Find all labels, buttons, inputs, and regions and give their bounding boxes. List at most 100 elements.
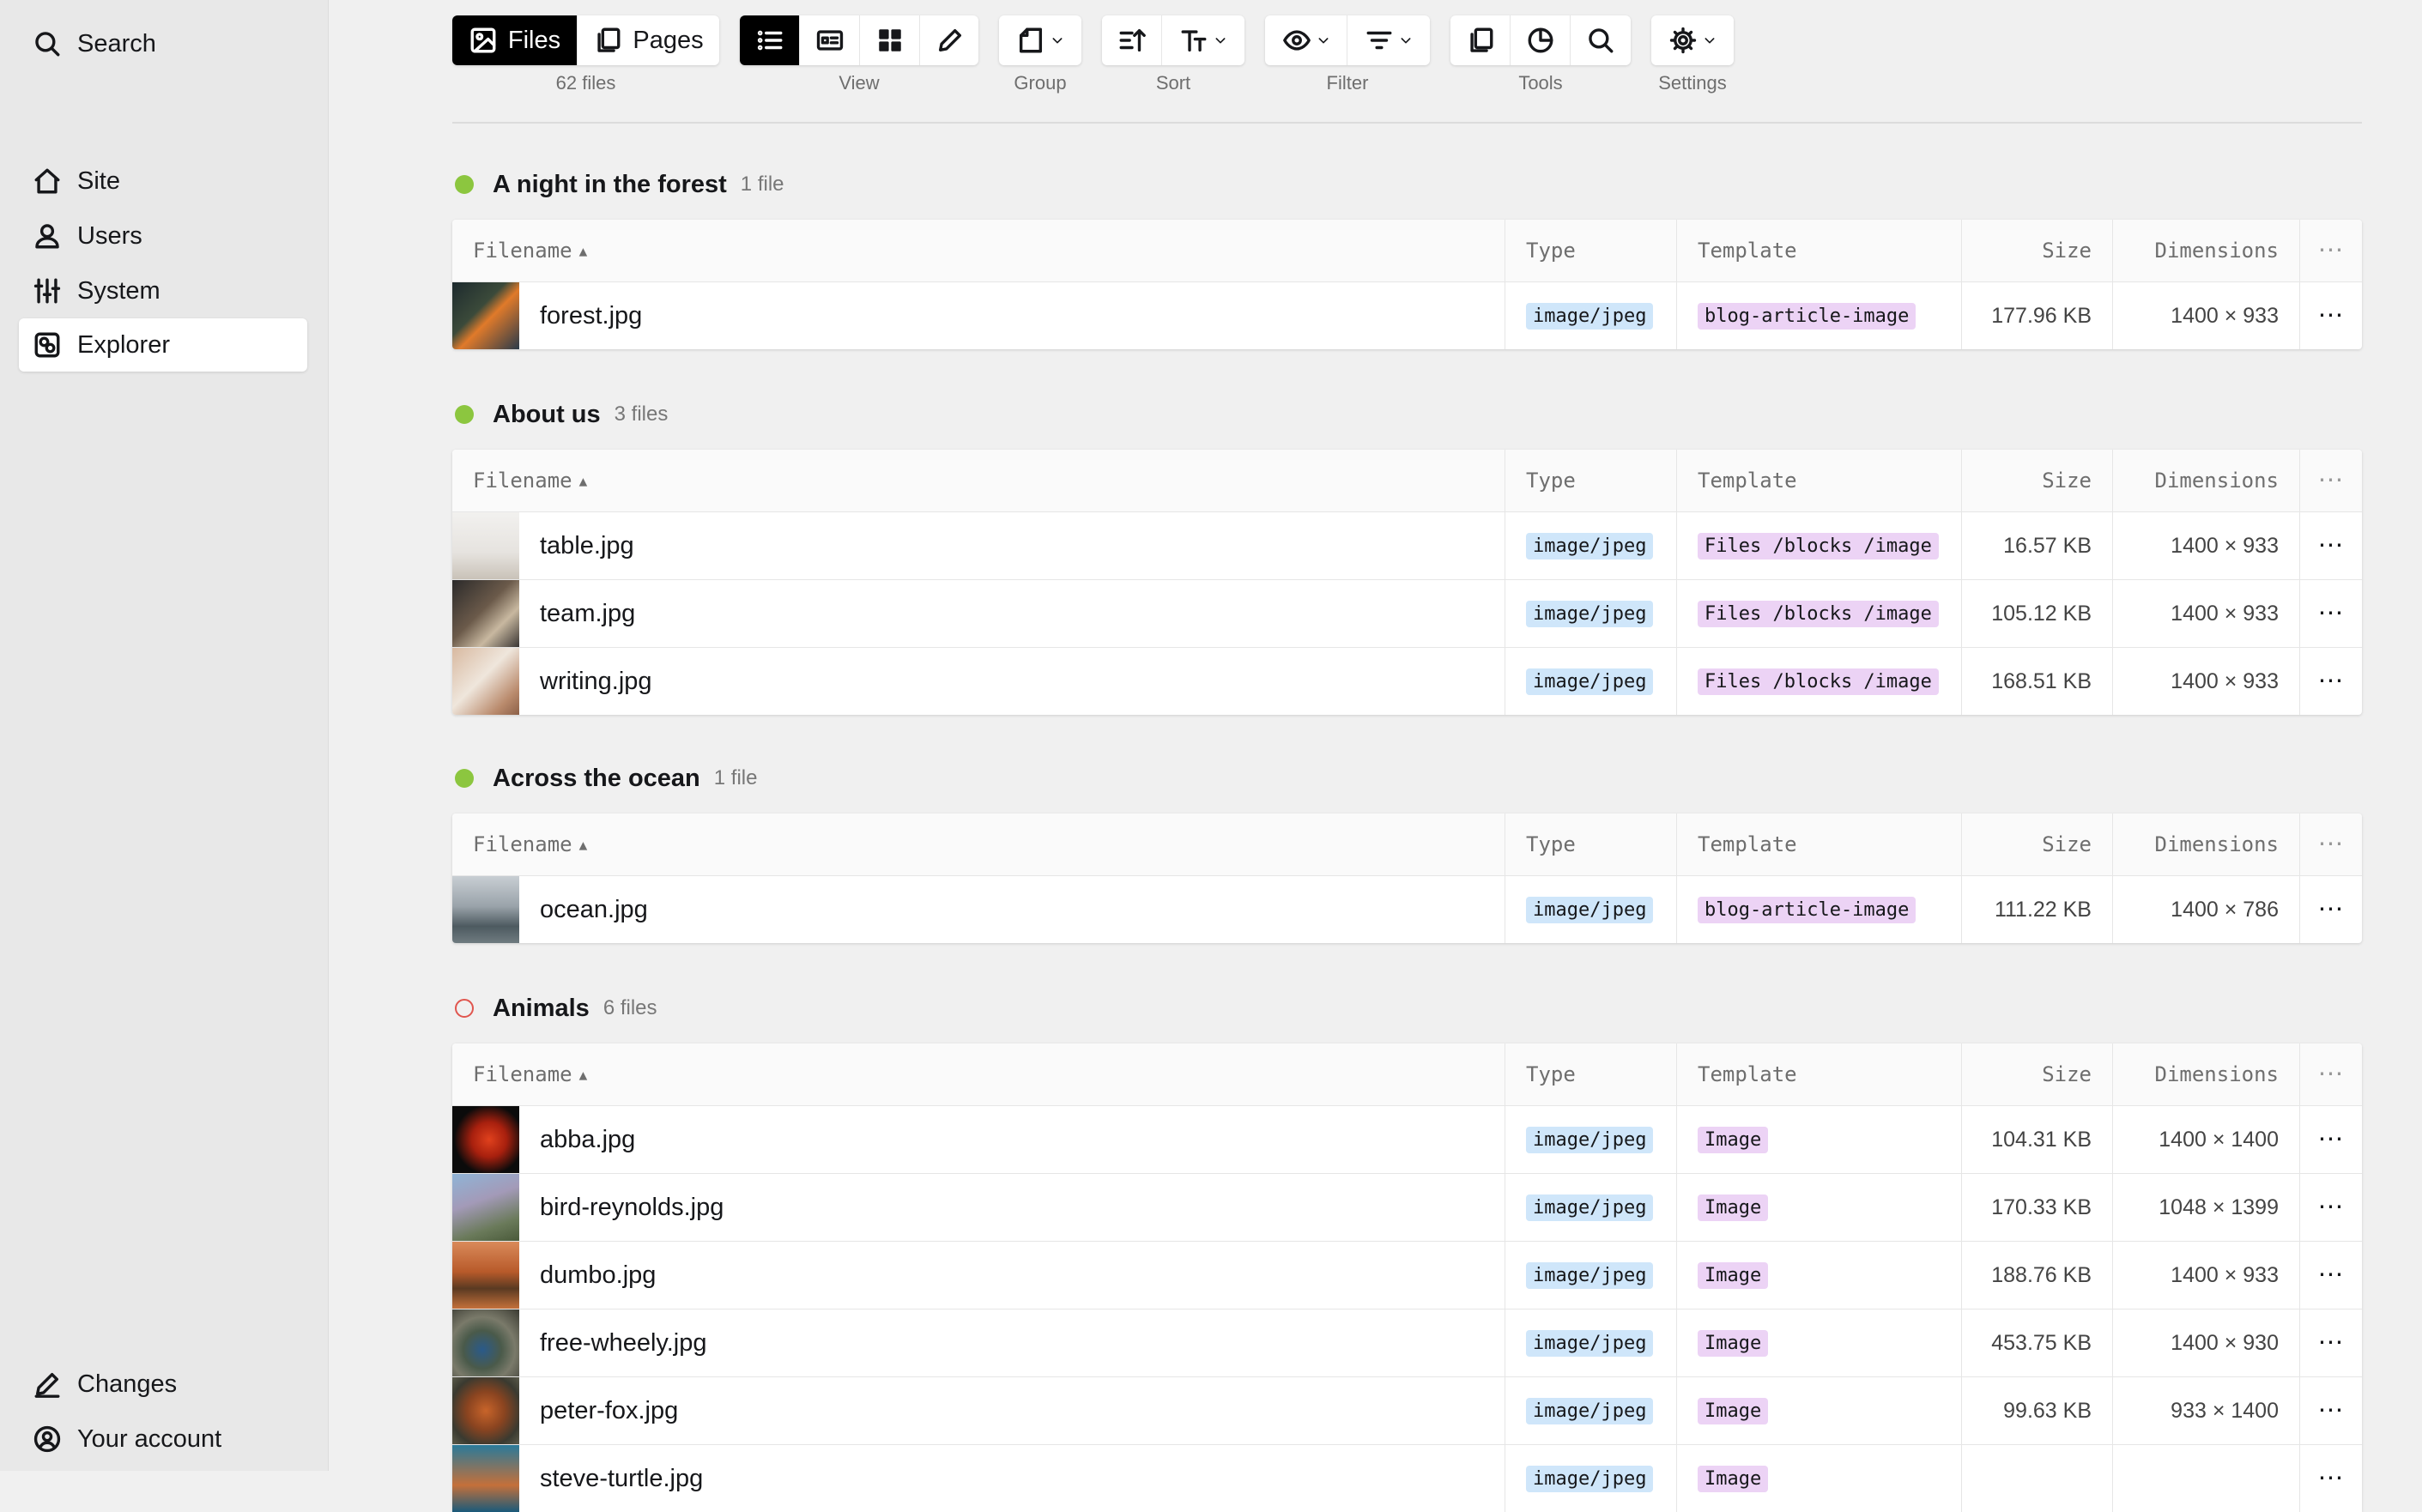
file-name[interactable]: peter-fox.jpg	[540, 1397, 678, 1425]
file-dimensions: 1400 × 933	[2171, 1262, 2279, 1287]
file-name[interactable]: bird-reynolds.jpg	[540, 1194, 724, 1222]
file-name[interactable]: forest.jpg	[540, 302, 642, 330]
table-row[interactable]: team.jpg image/jpeg Files /blocks /image…	[452, 580, 2362, 648]
table-header: Filename ▲ Type Template Size Dimensions …	[452, 450, 2362, 512]
size-header: Size	[1962, 813, 2113, 875]
stats-button[interactable]	[1511, 15, 1571, 65]
find-button[interactable]	[1571, 15, 1631, 65]
file-name[interactable]: free-wheely.jpg	[540, 1329, 707, 1358]
table-row[interactable]: free-wheely.jpg image/jpeg Image 453.75 …	[452, 1309, 2362, 1377]
sidebar-item-label: Explorer	[77, 330, 170, 359]
file-thumbnail	[452, 1309, 519, 1376]
id-card-icon	[816, 30, 843, 51]
sidebar-item-site[interactable]: Site	[19, 154, 307, 208]
files-tab[interactable]: Files	[452, 15, 578, 65]
settings-caption: Settings	[1658, 72, 1727, 94]
status-dot-icon	[455, 175, 474, 194]
sidebar-item-explorer[interactable]: Explorer	[19, 318, 307, 372]
row-options-button[interactable]: ⋯	[2300, 1242, 2362, 1309]
size-header: Size	[1962, 220, 2113, 281]
table-row[interactable]: bird-reynolds.jpg image/jpeg Image 170.3…	[452, 1174, 2362, 1242]
file-dimensions: 1048 × 1399	[2159, 1194, 2279, 1219]
file-dimensions: 1400 × 933	[2171, 303, 2279, 328]
row-options-button[interactable]: ⋯	[2300, 1174, 2362, 1241]
size-header: Size	[1962, 450, 2113, 511]
file-name[interactable]: steve-turtle.jpg	[540, 1465, 703, 1493]
file-size: 104.31 KB	[1991, 1127, 2092, 1152]
search-button[interactable]: Search	[19, 17, 307, 70]
sidebar-item-users[interactable]: Users	[19, 209, 307, 263]
file-name[interactable]: writing.jpg	[540, 668, 652, 696]
columns-options-button[interactable]: ⋯	[2300, 813, 2362, 875]
row-options-button[interactable]: ⋯	[2300, 1445, 2362, 1512]
list-view-button[interactable]	[740, 15, 800, 65]
copy-icon	[1469, 27, 1493, 52]
chevron-down-icon	[1052, 38, 1063, 44]
columns-options-button[interactable]: ⋯	[2300, 220, 2362, 281]
table-row[interactable]: peter-fox.jpg image/jpeg Image 99.63 KB …	[452, 1377, 2362, 1445]
filename-header[interactable]: Filename ▲	[452, 220, 1505, 281]
file-name[interactable]: dumbo.jpg	[540, 1261, 656, 1290]
section-header[interactable]: A night in the forest 1 file	[455, 167, 784, 202]
sidebar-item-account[interactable]: Your account	[19, 1412, 307, 1466]
sidebar-item-changes[interactable]: Changes	[19, 1358, 307, 1411]
table-header: Filename ▲ Type Template Size Dimensions …	[452, 813, 2362, 876]
section-header[interactable]: Animals 6 files	[455, 991, 657, 1025]
filter-dropdown[interactable]	[1347, 15, 1430, 65]
more-icon: ⋯	[2317, 236, 2345, 264]
section-header[interactable]: Across the ocean 1 file	[455, 761, 757, 795]
row-options-button[interactable]: ⋯	[2300, 648, 2362, 715]
file-name[interactable]: abba.jpg	[540, 1126, 635, 1154]
table-row[interactable]: steve-turtle.jpg image/jpeg Image ⋯	[452, 1445, 2362, 1512]
dimensions-header: Dimensions	[2113, 1043, 2300, 1105]
sidebar-item-label: Changes	[77, 1370, 178, 1398]
columns-options-button[interactable]: ⋯	[2300, 1043, 2362, 1105]
file-name[interactable]: table.jpg	[540, 532, 634, 560]
duplicate-button[interactable]	[1450, 15, 1511, 65]
settings-dropdown[interactable]	[1651, 15, 1734, 65]
tools-caption: Tools	[1518, 72, 1563, 94]
file-size: 453.75 KB	[1991, 1330, 2092, 1355]
section-title: Animals	[493, 994, 590, 1022]
grid-view-button[interactable]	[860, 15, 920, 65]
sort-field-dropdown[interactable]	[1162, 15, 1244, 65]
file-name[interactable]: team.jpg	[540, 600, 635, 628]
table-row[interactable]: abba.jpg image/jpeg Image 104.31 KB 1400…	[452, 1106, 2362, 1174]
file-size: 177.96 KB	[1991, 303, 2092, 328]
eye-icon	[1282, 30, 1311, 51]
table-row[interactable]: writing.jpg image/jpeg Files /blocks /im…	[452, 648, 2362, 715]
more-icon: ⋯	[2317, 1261, 2345, 1289]
table-view-button[interactable]	[800, 15, 860, 65]
table-row[interactable]: forest.jpg image/jpeg blog-article-image…	[452, 282, 2362, 349]
file-dimensions: 1400 × 930	[2171, 1330, 2279, 1355]
visibility-dropdown[interactable]	[1265, 15, 1347, 65]
filename-header[interactable]: Filename ▲	[452, 450, 1505, 511]
section-header[interactable]: About us 3 files	[455, 397, 668, 432]
template-badge: Image	[1698, 1397, 1769, 1424]
pages-icon	[597, 27, 621, 52]
table-row[interactable]: table.jpg image/jpeg Files /blocks /imag…	[452, 512, 2362, 580]
more-icon: ⋯	[2317, 1125, 2345, 1153]
sidebar-item-system[interactable]: System	[19, 264, 307, 318]
table-row[interactable]: ocean.jpg image/jpeg blog-article-image …	[452, 876, 2362, 943]
row-options-button[interactable]: ⋯	[2300, 876, 2362, 943]
file-dimensions: 1400 × 933	[2171, 601, 2279, 626]
filename-header[interactable]: Filename ▲	[452, 1043, 1505, 1105]
edit-view-button[interactable]	[920, 15, 978, 65]
group-dropdown[interactable]	[999, 15, 1081, 65]
pages-tab[interactable]: Pages	[578, 15, 719, 65]
row-options-button[interactable]: ⋯	[2300, 1309, 2362, 1376]
table-row[interactable]: dumbo.jpg image/jpeg Image 188.76 KB 140…	[452, 1242, 2362, 1309]
file-name[interactable]: ocean.jpg	[540, 896, 648, 924]
search-icon	[1589, 28, 1614, 53]
row-options-button[interactable]: ⋯	[2300, 512, 2362, 579]
row-options-button[interactable]: ⋯	[2300, 282, 2362, 349]
sort-direction-button[interactable]	[1102, 15, 1162, 65]
more-icon: ⋯	[2317, 895, 2345, 923]
row-options-button[interactable]: ⋯	[2300, 1377, 2362, 1444]
row-options-button[interactable]: ⋯	[2300, 580, 2362, 647]
toolbar-divider	[452, 122, 2362, 124]
row-options-button[interactable]: ⋯	[2300, 1106, 2362, 1173]
columns-options-button[interactable]: ⋯	[2300, 450, 2362, 511]
filename-header[interactable]: Filename ▲	[452, 813, 1505, 875]
